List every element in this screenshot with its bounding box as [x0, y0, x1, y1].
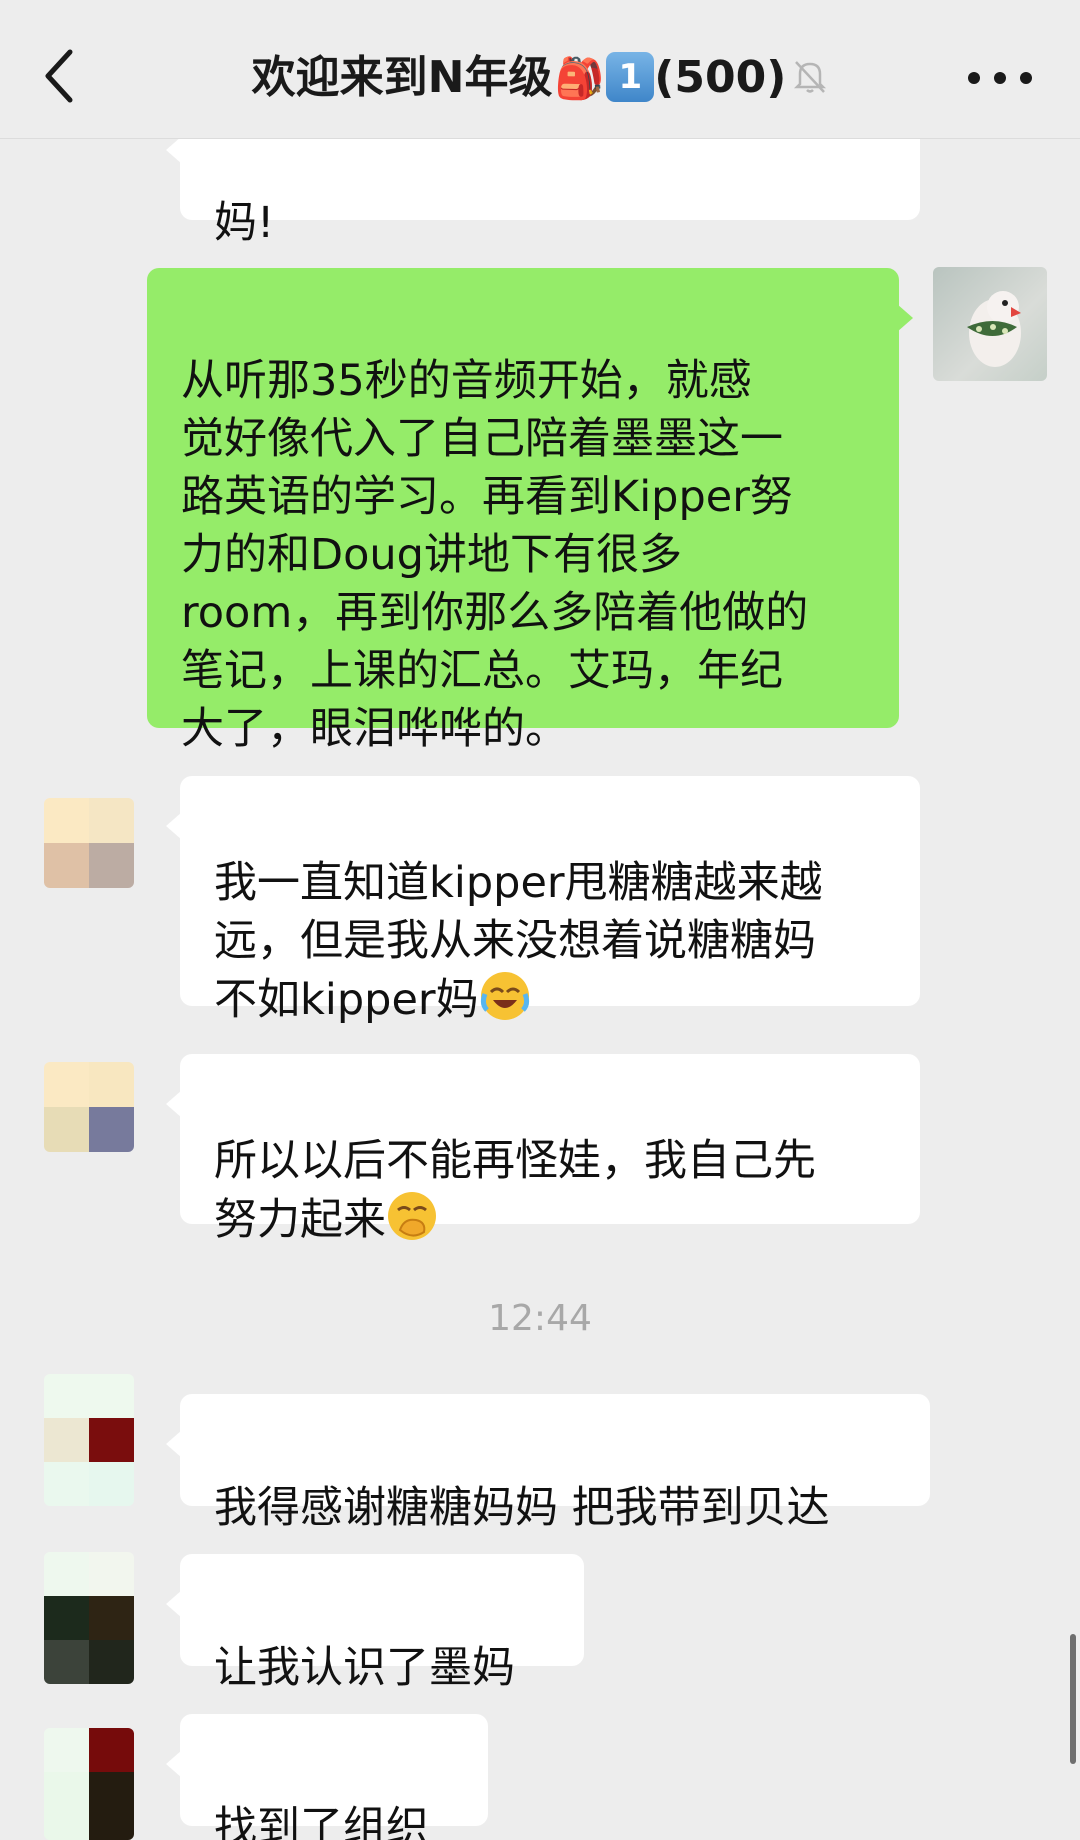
- message-text: 找到了组织: [214, 1803, 429, 1840]
- back-button[interactable]: [30, 38, 94, 114]
- message-text: 从听那35秒的音频开始，就感 觉好像代入了自己陪着墨墨这一 路英语的学习。再看到…: [181, 356, 809, 754]
- message-bubble[interactable]: 让我认识了墨妈: [166, 1554, 584, 1693]
- message-bubble[interactable]: 我一直知道kipper甩糖糖越来越 远，但是我从来没想着说糖糖妈 不如kippe…: [166, 776, 920, 1025]
- chevron-left-icon: [45, 49, 73, 103]
- message-text: 妈!: [214, 198, 275, 248]
- chat-screen: 妈! 从听那35秒的音频开始，就感 觉好像代入了自己陪着墨墨这一 路英语的学习。…: [0, 0, 1080, 1840]
- bell-slash-icon: [794, 61, 827, 93]
- message-text: 让我认识了墨妈: [214, 1643, 515, 1693]
- member-avatar[interactable]: [44, 1062, 134, 1152]
- bird-avatar-image: [967, 291, 1021, 367]
- group-name: 欢迎来到N年级: [251, 52, 553, 103]
- keycap-one-emoji: 1: [606, 52, 655, 102]
- chat-timestamp: 12:44: [488, 1298, 592, 1339]
- chat-header: 欢迎来到N年级🎒 1 (500): [0, 0, 1080, 139]
- more-options-button[interactable]: [960, 56, 1040, 96]
- hand-over-mouth-emoji: [388, 1192, 436, 1240]
- my-avatar[interactable]: [933, 267, 1047, 381]
- backpack-emoji: 🎒: [554, 56, 605, 102]
- message-bubble[interactable]: 找到了组织: [166, 1714, 488, 1840]
- more-dot: [1020, 72, 1032, 84]
- scrollbar[interactable]: [1070, 1634, 1076, 1764]
- member-avatar[interactable]: [44, 798, 134, 888]
- member-avatar[interactable]: [44, 1728, 134, 1840]
- member-count: (500): [654, 52, 787, 103]
- message-bubble-outgoing[interactable]: 从听那35秒的音频开始，就感 觉好像代入了自己陪着墨墨这一 路英语的学习。再看到…: [147, 268, 913, 754]
- chat-title[interactable]: 欢迎来到N年级🎒 1 (500): [180, 46, 900, 110]
- more-dot: [994, 72, 1006, 84]
- member-avatar[interactable]: [44, 1374, 134, 1506]
- message-text: 我得感谢糖糖妈妈 把我带到贝达: [214, 1483, 830, 1533]
- message-bubble[interactable]: 我得感谢糖糖妈妈 把我带到贝达: [166, 1394, 930, 1533]
- message-bubble[interactable]: 所以以后不能再怪娃，我自己先 努力起来: [166, 1054, 920, 1245]
- more-dots-icon: [968, 72, 980, 84]
- rolling-laughing-emoji: [480, 972, 529, 1020]
- message-text: 所以以后不能再怪娃，我自己先 努力起来: [214, 1136, 816, 1245]
- member-avatar[interactable]: [44, 1552, 134, 1684]
